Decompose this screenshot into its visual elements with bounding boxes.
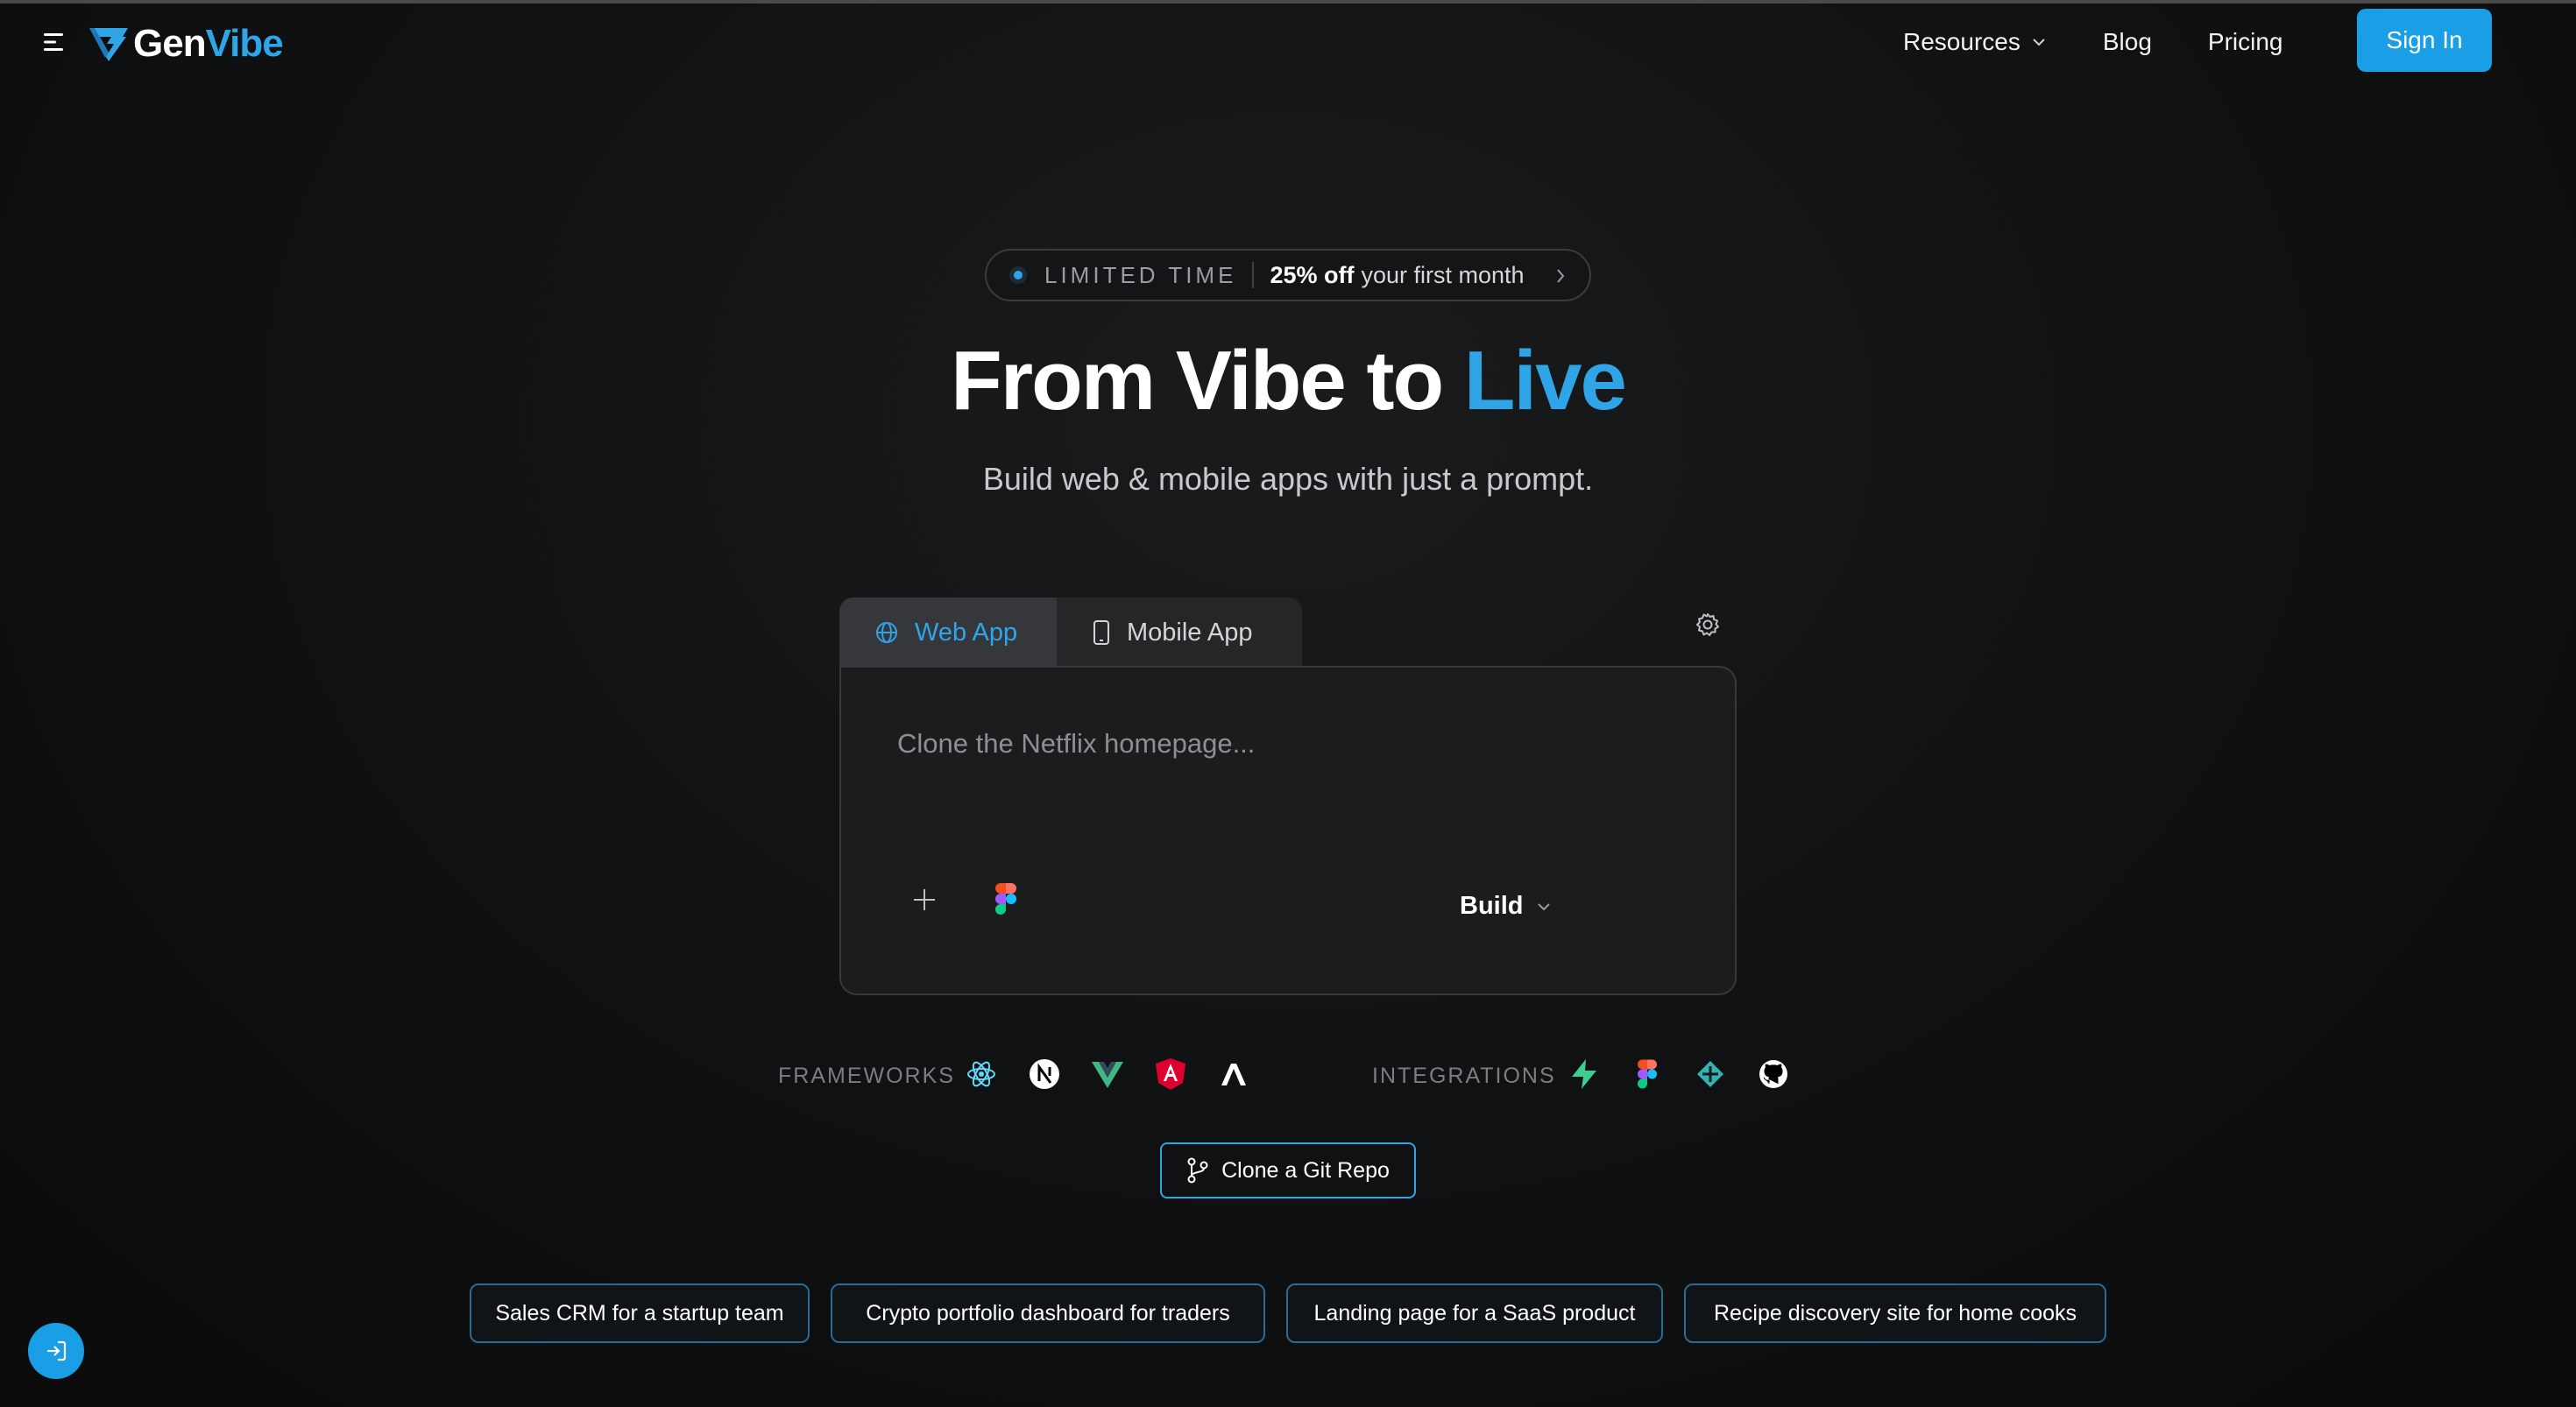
phone-icon <box>1093 620 1109 645</box>
angular-icon[interactable] <box>1155 1058 1186 1090</box>
genvibe-logo-icon <box>89 28 128 61</box>
nextjs-icon[interactable] <box>1029 1058 1060 1090</box>
build-mode-label: Build <box>1460 892 1524 920</box>
tab-mobile-app[interactable]: Mobile App <box>1057 597 1288 668</box>
add-attachment-icon[interactable] <box>911 887 938 913</box>
logo[interactable]: GenVibe <box>88 19 284 68</box>
clone-git-repo-button[interactable]: Clone a Git Repo <box>1160 1142 1416 1198</box>
promo-banner[interactable]: LIMITED TIME 25% off your first month <box>985 249 1591 301</box>
github-icon[interactable] <box>1758 1058 1789 1090</box>
status-dot-icon <box>1009 266 1027 284</box>
nav-resources-label: Resources <box>1903 28 2020 55</box>
hero-title-accent: Live <box>1463 334 1627 428</box>
promo-text: your first month <box>1361 261 1525 288</box>
header: GenVibe Resources Blog Pricing Sign In <box>0 4 2576 82</box>
nav-blog[interactable]: Blog <box>2103 28 2152 56</box>
vue-icon[interactable] <box>1092 1058 1123 1090</box>
build-mode-dropdown[interactable]: Build <box>1460 892 1552 921</box>
astro-icon[interactable] <box>1218 1058 1249 1090</box>
prompt-input[interactable] <box>897 722 1668 766</box>
suggestion-chip[interactable]: Recipe discovery site for home cooks <box>1684 1283 2106 1343</box>
login-float-button[interactable] <box>28 1323 84 1379</box>
chevron-down-icon <box>1537 902 1550 910</box>
integrations-label: INTEGRATIONS <box>1372 1064 1556 1088</box>
frameworks-label: FRAMEWORKS <box>778 1064 955 1088</box>
prompt-card: Build <box>839 666 1737 995</box>
tab-web-app-label: Web App <box>915 618 1018 647</box>
netlify-icon[interactable] <box>1695 1058 1726 1090</box>
logo-text: GenVibe <box>133 22 284 65</box>
sign-in-button[interactable]: Sign In <box>2357 9 2492 72</box>
clone-git-repo-label: Clone a Git Repo <box>1221 1157 1390 1183</box>
figma-icon[interactable] <box>995 883 1016 915</box>
nav-resources[interactable]: Resources <box>1903 28 2047 56</box>
suggestion-chip[interactable]: Landing page for a SaaS product <box>1286 1283 1663 1343</box>
supabase-icon[interactable] <box>1568 1058 1600 1090</box>
chevron-down-icon <box>2033 39 2045 46</box>
hero-subtitle: Build web & mobile apps with just a prom… <box>982 461 1594 497</box>
login-icon <box>47 1340 67 1361</box>
promo-divider <box>1252 262 1255 288</box>
nav-blog-label: Blog <box>2102 28 2152 55</box>
app-type-tabs: Web App Mobile App <box>839 597 1302 668</box>
menu-icon[interactable] <box>44 32 67 53</box>
promo-discount: 25% off <box>1270 261 1355 288</box>
nav-pricing[interactable]: Pricing <box>2208 28 2283 56</box>
nav-pricing-label: Pricing <box>2207 28 2283 55</box>
chevron-right-icon <box>1557 269 1565 283</box>
figma-icon[interactable] <box>1631 1058 1663 1090</box>
hero-title: From Vibe to Live <box>951 334 1627 428</box>
tab-mobile-app-label: Mobile App <box>1127 618 1253 647</box>
suggestion-chip[interactable]: Crypto portfolio dashboard for traders <box>831 1283 1265 1343</box>
git-branch-icon <box>1187 1157 1208 1184</box>
gear-icon[interactable] <box>1695 612 1721 638</box>
react-icon[interactable] <box>966 1058 997 1090</box>
suggestion-chip[interactable]: Sales CRM for a startup team <box>470 1283 810 1343</box>
globe-icon <box>876 622 897 643</box>
suggestion-chip-label: Crypto portfolio dashboard for traders <box>866 1300 1230 1326</box>
tab-web-app[interactable]: Web App <box>839 597 1057 668</box>
promo-tag: LIMITED TIME <box>1044 261 1237 288</box>
suggestion-chip-label: Landing page for a SaaS product <box>1313 1300 1636 1326</box>
suggestion-chip-label: Sales CRM for a startup team <box>495 1300 784 1326</box>
suggestion-chip-label: Recipe discovery site for home cooks <box>1713 1300 2077 1326</box>
